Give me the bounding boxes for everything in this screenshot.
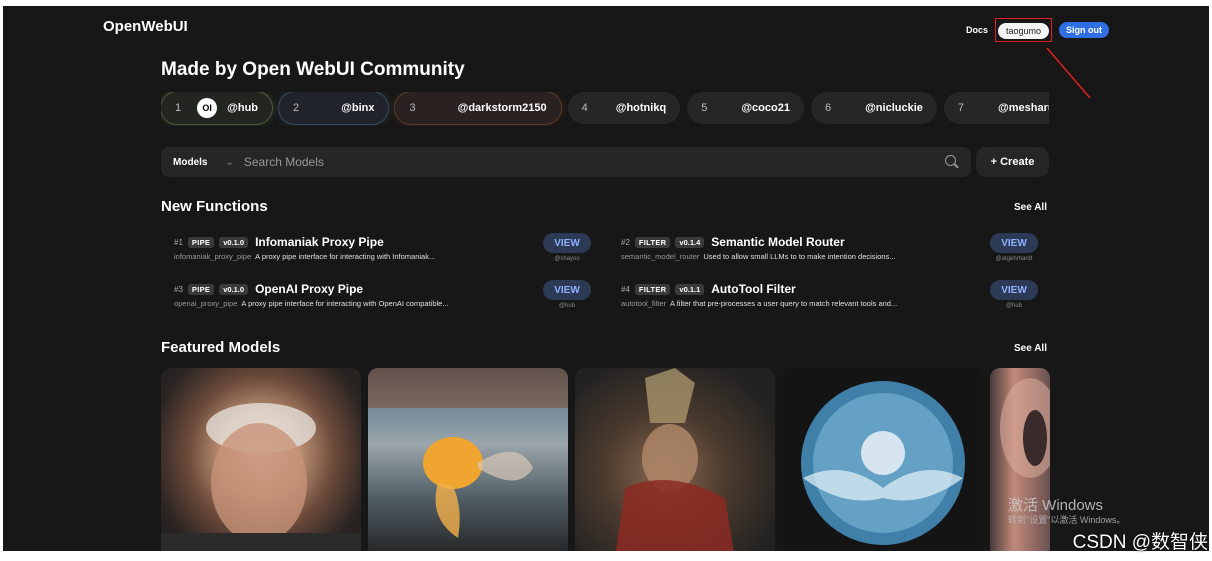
function-rank: #2 bbox=[621, 237, 630, 247]
function-name[interactable]: Infomaniak Proxy Pipe bbox=[255, 235, 384, 249]
function-id: openai_proxy_pipe bbox=[174, 299, 238, 308]
function-type-badge: PIPE bbox=[187, 236, 215, 248]
view-button[interactable]: VIEW bbox=[990, 280, 1038, 300]
function-name[interactable]: AutoTool Filter bbox=[711, 282, 795, 296]
function-rank: #1 bbox=[174, 237, 183, 247]
creator-rank: 7 bbox=[957, 102, 965, 114]
function-item[interactable]: #4 FILTER v0.1.1 AutoTool Filter autotoo… bbox=[621, 282, 1041, 322]
creator-rank: 3 bbox=[409, 102, 416, 114]
creator-handle: @nicluckie bbox=[865, 102, 923, 114]
creator-handle: @hotnikq bbox=[615, 102, 667, 114]
creator-handle: @darkstorm2150 bbox=[457, 102, 547, 114]
function-name[interactable]: OpenAI Proxy Pipe bbox=[255, 282, 363, 296]
creator-rank: 5 bbox=[701, 102, 708, 114]
function-description: A proxy pipe interface for interacting w… bbox=[241, 299, 449, 308]
goldfish-image bbox=[368, 368, 568, 538]
function-type-badge: FILTER bbox=[634, 236, 671, 248]
creator-handle: @binx bbox=[341, 102, 375, 114]
function-description: Used to allow small LLMs to to make inte… bbox=[703, 252, 896, 261]
creator-chip-darkstorm2150[interactable]: 3 @darkstorm2150 bbox=[395, 92, 561, 124]
function-item[interactable]: #3 PIPE v0.1.0 OpenAI Proxy Pipe openai_… bbox=[174, 282, 594, 322]
function-type-badge: PIPE bbox=[187, 283, 215, 295]
function-version-badge: v0.1.4 bbox=[675, 236, 705, 248]
signout-button[interactable]: Sign out bbox=[1059, 22, 1109, 38]
featured-model-card[interactable] bbox=[161, 368, 361, 551]
function-description: A proxy pipe interface for interacting w… bbox=[255, 252, 436, 261]
function-author[interactable]: @atgehrhardt bbox=[990, 256, 1038, 262]
creator-rank: 2 bbox=[293, 102, 300, 114]
function-author[interactable]: @hub bbox=[543, 303, 591, 309]
creator-handle: @hub bbox=[227, 102, 259, 114]
function-version-badge: v0.1.0 bbox=[219, 236, 249, 248]
function-rank: #4 bbox=[621, 284, 630, 294]
featured-see-all-link[interactable]: See All bbox=[1014, 343, 1047, 354]
function-id: infomaniak_proxy_pipe bbox=[174, 252, 252, 261]
new-functions-title: New Functions bbox=[161, 198, 268, 215]
creator-chip-nicluckie[interactable]: 6 @nicluckie bbox=[810, 92, 937, 124]
function-id: semantic_model_router bbox=[621, 252, 700, 261]
create-button[interactable]: + Create bbox=[976, 147, 1049, 177]
creator-chip-hotnikq[interactable]: 4 @hotnikq bbox=[567, 92, 681, 124]
view-button[interactable]: VIEW bbox=[990, 233, 1038, 253]
csdn-watermark: CSDN @数智侠 bbox=[1072, 532, 1208, 553]
creator-rank: 1 bbox=[175, 102, 182, 114]
openwebui-logo-icon: OI bbox=[197, 98, 218, 118]
featured-model-card[interactable] bbox=[575, 368, 775, 551]
docs-link[interactable]: Docs bbox=[966, 25, 988, 35]
chevron-down-icon[interactable]: ⌄ bbox=[225, 157, 233, 168]
app-window: OpenWebUI Docs taogumo Sign out Made by … bbox=[3, 6, 1209, 551]
search-bar: Models ⌄ bbox=[161, 147, 971, 177]
creator-chip-coco21[interactable]: 5 @coco21 bbox=[687, 92, 804, 124]
windows-activation-subtext: 转到"设置"以激活 Windows。 bbox=[1008, 515, 1126, 525]
function-description: A filter that pre-processes a user query… bbox=[670, 299, 898, 308]
featured-model-card[interactable] bbox=[368, 368, 568, 551]
function-id: autotool_filter bbox=[621, 299, 667, 308]
featured-model-card[interactable] bbox=[783, 368, 983, 551]
windows-activation-watermark: 激活 Windows bbox=[1008, 497, 1104, 514]
models-filter-label[interactable]: Models bbox=[173, 157, 207, 168]
creator-chip-binx[interactable]: 2 @binx bbox=[279, 92, 389, 124]
function-author[interactable]: @shayoo bbox=[543, 256, 591, 262]
function-author[interactable]: @hub bbox=[990, 303, 1038, 309]
search-input[interactable] bbox=[243, 155, 945, 169]
creator-rank: 6 bbox=[824, 102, 832, 114]
model-portrait-image bbox=[161, 403, 361, 551]
creator-handle: @mesharu bbox=[998, 102, 1049, 114]
function-rank: #3 bbox=[174, 284, 183, 294]
functions-see-all-link[interactable]: See All bbox=[1014, 202, 1047, 213]
app-logo[interactable]: OpenWebUI bbox=[103, 18, 188, 35]
creator-handle: @coco21 bbox=[741, 102, 790, 114]
page-title: Made by Open WebUI Community bbox=[161, 59, 465, 80]
function-type-badge: FILTER bbox=[634, 283, 671, 295]
creators-row: 1 OI @hub 2 @binx 3 @darkstorm2150 4 @ho… bbox=[161, 92, 1049, 126]
function-item[interactable]: #1 PIPE v0.1.0 Infomaniak Proxy Pipe inf… bbox=[174, 235, 594, 275]
username-chip[interactable]: taogumo bbox=[997, 23, 1049, 39]
view-button[interactable]: VIEW bbox=[543, 233, 591, 253]
function-version-badge: v0.1.1 bbox=[675, 283, 705, 295]
annotation-highlight-box: taogumo bbox=[994, 18, 1052, 42]
function-name[interactable]: Semantic Model Router bbox=[711, 235, 844, 249]
anime-sphere-image bbox=[801, 381, 965, 545]
header-actions: Docs taogumo Sign out bbox=[966, 18, 1109, 42]
search-icon[interactable] bbox=[945, 155, 959, 169]
featured-models-title: Featured Models bbox=[161, 339, 281, 356]
creator-rank: 4 bbox=[581, 102, 588, 114]
creator-chip-mesharu[interactable]: 7 @mesharu bbox=[943, 92, 1049, 124]
function-version-badge: v0.1.0 bbox=[219, 283, 249, 295]
function-item[interactable]: #2 FILTER v0.1.4 Semantic Model Router s… bbox=[621, 235, 1041, 275]
painting-image bbox=[616, 368, 734, 551]
view-button[interactable]: VIEW bbox=[543, 280, 591, 300]
creator-chip-hub[interactable]: 1 OI @hub bbox=[161, 92, 273, 124]
